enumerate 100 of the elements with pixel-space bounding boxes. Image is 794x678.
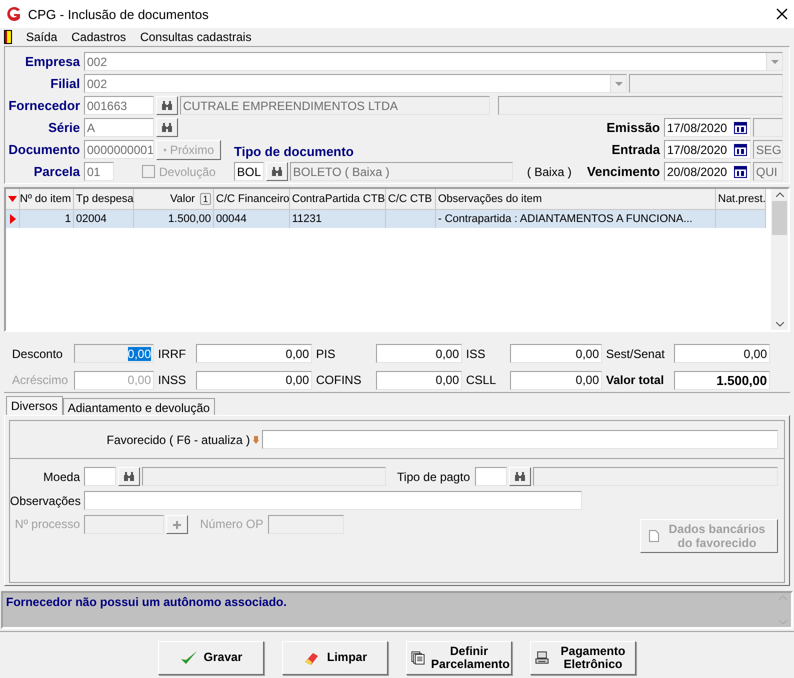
tab[interactable]: Adiantamento e devolução — [62, 398, 215, 415]
documents-icon — [411, 650, 425, 666]
calendar-icon[interactable] — [734, 166, 747, 178]
lookup-button[interactable] — [509, 467, 531, 486]
amount-field[interactable]: 0,00 — [376, 344, 462, 363]
document-icon — [649, 530, 659, 542]
binoculars-icon — [123, 472, 135, 482]
current-row-icon — [10, 214, 16, 224]
exit-door-icon[interactable] — [4, 30, 12, 44]
document-type-name-field[interactable]: BOLETO ( Baixa ) — [290, 162, 513, 181]
column-header[interactable]: Nº do item — [20, 189, 74, 210]
total-label: Valor total — [606, 372, 666, 389]
dropdown-arrow-icon — [614, 82, 622, 86]
action-button[interactable]: Pagamento Eletrônico — [530, 640, 636, 674]
amount-field[interactable]: 0,00 — [376, 370, 462, 390]
field-label: Empresa — [24, 54, 80, 69]
total-label: Acréscimo — [12, 372, 70, 389]
column-header[interactable]: ContraPartida CTB — [290, 189, 386, 210]
status-message: Fornecedor não possui um autônomo associado. — [5, 594, 288, 611]
date-label: Emissão — [606, 120, 660, 135]
field-label: Tipo de pagto — [396, 470, 470, 484]
table-cell: 02004 — [74, 210, 134, 228]
field-label: Documento — [8, 142, 80, 157]
action-button[interactable]: Limpar — [282, 640, 388, 674]
total-label: INSS — [158, 372, 188, 389]
calendar-icon[interactable] — [734, 144, 747, 156]
amount-field[interactable]: 0,00 — [196, 370, 312, 390]
field-label: Moeda — [42, 470, 80, 484]
field-label: Observações — [10, 494, 80, 508]
total-label: IRRF — [158, 346, 187, 362]
column-header[interactable]: C/C Financeiro — [214, 189, 290, 210]
payment-type-field[interactable] — [475, 467, 507, 486]
lookup-button[interactable] — [118, 467, 140, 486]
menu-item[interactable]: Cadastros — [71, 30, 126, 44]
lookup-button[interactable] — [266, 162, 288, 181]
binoculars-icon — [271, 166, 283, 176]
amount-field[interactable]: 0,00 — [196, 344, 312, 363]
table-cell: 00044 — [214, 210, 290, 228]
column-menu-icon[interactable] — [8, 196, 17, 202]
amount-field[interactable]: 0,00 — [674, 344, 770, 363]
binoculars-icon — [161, 100, 173, 110]
action-button[interactable]: Gravar — [158, 640, 264, 674]
action-button[interactable]: Definir Parcelamento — [406, 640, 512, 674]
amount-field[interactable]: 0,00 — [74, 344, 154, 363]
amount-field[interactable]: 0,00 — [510, 344, 602, 363]
lookup-button[interactable] — [156, 118, 178, 137]
field-label: Filial — [49, 76, 80, 91]
date-field[interactable]: 20/08/2020 — [664, 162, 751, 181]
calendar-icon[interactable] — [734, 122, 747, 134]
table-cell: - Contrapartida : ADIANTAMENTOS A FUNCIONA... — [436, 210, 716, 228]
payee-field[interactable] — [262, 430, 778, 449]
down-arrow-icon — [253, 436, 259, 444]
column-header[interactable]: C/C CTB — [386, 189, 436, 210]
scroll-down-icon[interactable] — [776, 322, 784, 327]
table-cell: 1 — [20, 210, 74, 228]
total-label: CSLL — [466, 372, 498, 389]
add-button[interactable] — [166, 515, 188, 534]
amount-field[interactable]: 1.500,00 — [674, 370, 770, 390]
total-label: COFINS — [316, 372, 362, 389]
menu-item[interactable]: Saída — [26, 30, 58, 44]
column-header[interactable]: Observações do item — [436, 189, 716, 210]
app-logo-icon — [6, 6, 22, 22]
dropdown-arrow-icon — [770, 60, 778, 64]
total-label: Sest/Senat — [606, 346, 666, 362]
date-label: Entrada — [612, 142, 660, 157]
date-label: Vencimento — [587, 164, 660, 179]
field-label: Fornecedor — [7, 98, 80, 113]
close-icon[interactable] — [776, 8, 788, 20]
amount-field[interactable]: 0,00 — [510, 370, 602, 390]
scroll-up-icon[interactable] — [776, 192, 784, 197]
window-title: CPG - Inclusão de documentos — [28, 6, 210, 22]
lookup-button[interactable] — [156, 96, 178, 115]
column-header[interactable]: Tp despesa — [74, 189, 134, 210]
date-field[interactable]: 17/08/2020 — [664, 140, 751, 159]
currency-field[interactable] — [84, 467, 116, 486]
table-cell: 11231 — [290, 210, 386, 228]
total-label: PIS — [316, 346, 336, 362]
payment-order-field[interactable] — [268, 515, 344, 534]
notes-field[interactable] — [84, 491, 582, 510]
date-field[interactable]: 17/08/2020 — [664, 118, 751, 137]
table-cell: 1.500,00 — [134, 210, 214, 228]
field-label: Nº processo — [14, 516, 80, 533]
column-header[interactable]: Valor 1 — [134, 189, 214, 210]
computer-icon — [535, 650, 549, 666]
weekday-field: QUI — [753, 162, 783, 181]
binoculars-icon — [161, 122, 173, 132]
field-label: Favorecido ( F6 - atualiza ) — [106, 432, 250, 446]
menu-item[interactable]: Consultas cadastrais — [140, 30, 252, 44]
column-header[interactable]: Nat.prest. — [716, 189, 766, 210]
document-type-code-field[interactable]: BOL — [234, 162, 264, 181]
field-label: Número OP — [200, 516, 264, 533]
weekday-field — [753, 118, 783, 137]
scrollbar-thumb[interactable] — [772, 201, 787, 235]
process-number-field[interactable] — [84, 515, 164, 534]
field-label: Série — [47, 120, 80, 135]
table-cell — [386, 210, 436, 228]
tab[interactable]: Diversos — [6, 396, 63, 415]
total-label: Desconto — [12, 346, 64, 362]
weekday-field: SEG — [753, 140, 783, 159]
checkmark-icon — [180, 650, 198, 666]
